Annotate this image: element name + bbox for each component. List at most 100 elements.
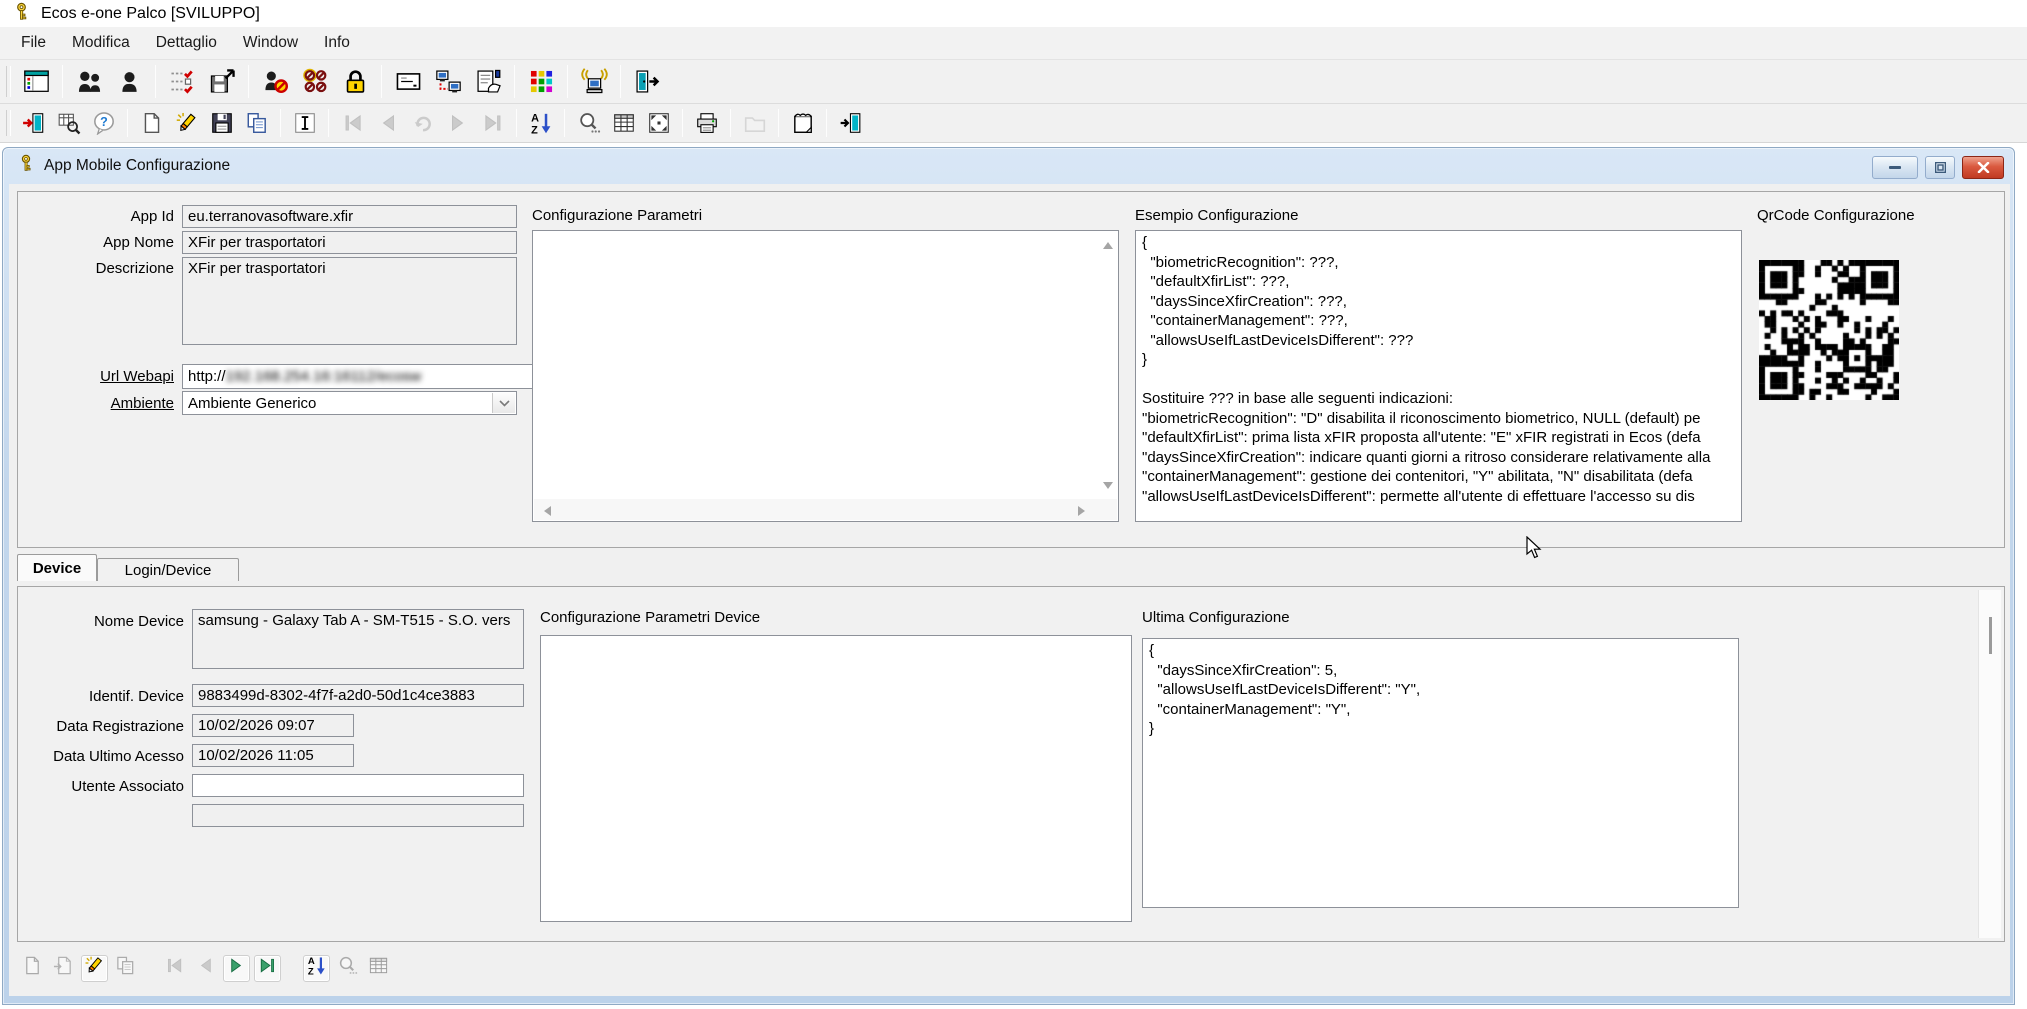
- horizontal-scrollbar[interactable]: [534, 499, 1117, 520]
- user-button[interactable]: [109, 63, 149, 101]
- toolbar-separator: [280, 109, 281, 138]
- wireless-pc-icon: [581, 68, 608, 95]
- data-registrazione-field[interactable]: 10/02/2026 09:07: [192, 714, 354, 737]
- save-export-button[interactable]: [202, 63, 242, 101]
- scroll-down-icon[interactable]: [1103, 482, 1113, 494]
- ibeam-icon: [293, 111, 317, 135]
- app-nome-field[interactable]: XFir per trasportatori: [182, 231, 517, 254]
- tab-device[interactable]: Device: [17, 554, 97, 581]
- door-in-button[interactable]: [16, 107, 51, 139]
- edit-wand-button[interactable]: [81, 955, 108, 982]
- printer-button[interactable]: [689, 107, 724, 139]
- child-content: App Id eu.terranovasoftware.xfir App Nom…: [9, 184, 2010, 996]
- exit-door2-icon: [839, 111, 863, 135]
- notepad-button[interactable]: [785, 107, 820, 139]
- url-webapi-field[interactable]: http://192.168.254.16:16112/ecosw: [182, 364, 564, 389]
- toolbar-separator: [514, 65, 515, 97]
- minimize-button[interactable]: [1872, 156, 1918, 179]
- app-id-field[interactable]: eu.terranovasoftware.xfir: [182, 205, 517, 228]
- menu-modifica[interactable]: Modifica: [59, 27, 143, 59]
- nav-last-green-button[interactable]: [254, 955, 281, 982]
- folder-button: [737, 107, 772, 139]
- scroll-left-icon[interactable]: [539, 506, 551, 516]
- scrollbar-thumb[interactable]: [1989, 617, 1992, 654]
- lock-yellow-button[interactable]: [335, 63, 375, 101]
- ibeam-button[interactable]: [287, 107, 322, 139]
- save-button[interactable]: [204, 107, 239, 139]
- door-in-icon: [22, 111, 46, 135]
- close-button[interactable]: [1962, 156, 2004, 179]
- chevron-down-icon[interactable]: [492, 393, 515, 413]
- table-pattern-button[interactable]: [641, 107, 676, 139]
- config-parametri-device-label: Configurazione Parametri Device: [540, 609, 760, 626]
- sort-az-button[interactable]: AZ: [303, 955, 330, 982]
- nav-prev-button: [192, 955, 219, 982]
- toolbar-separator: [381, 65, 382, 97]
- toolbar-separator: [516, 109, 517, 138]
- nav-next-green-icon: [226, 955, 247, 981]
- url-webapi-label[interactable]: Url Webapi: [18, 368, 174, 385]
- checklist-icon: [169, 68, 196, 95]
- sort-az-button[interactable]: AZ: [523, 107, 558, 139]
- table-search-button[interactable]: [51, 107, 86, 139]
- menu-info[interactable]: Info: [311, 27, 363, 59]
- menu-dettaglio[interactable]: Dettaglio: [143, 27, 230, 59]
- door-exit-icon: [634, 68, 661, 95]
- toolbar-separator: [620, 65, 621, 97]
- edit-wand-button[interactable]: [169, 107, 204, 139]
- copy-button: [112, 955, 139, 982]
- blocks-icon: [302, 68, 329, 95]
- toolbar-separator: [155, 65, 156, 97]
- toolbar-separator: [127, 109, 128, 138]
- config-parametri-textarea[interactable]: [532, 230, 1119, 522]
- doc-new-icon: [22, 955, 43, 981]
- table-button[interactable]: [606, 107, 641, 139]
- wireless-pc-button[interactable]: [574, 63, 614, 101]
- ambiente-dropdown[interactable]: Ambiente Generico: [182, 391, 517, 415]
- form-hand-button[interactable]: [468, 63, 508, 101]
- child-window-title: App Mobile Configurazione: [44, 157, 230, 175]
- menu-window[interactable]: Window: [230, 27, 311, 59]
- url-webapi-prefix: http://: [188, 368, 226, 385]
- nome-device-field[interactable]: samsung - Galaxy Tab A - SM-T515 - S.O. …: [192, 609, 524, 669]
- tab-login-device[interactable]: Login/Device: [97, 558, 239, 581]
- toolbar-grip: [6, 110, 11, 137]
- esempio-config-textbox[interactable]: { "biometricRecognition": ???, "defaultX…: [1135, 230, 1742, 522]
- utente-associato-field[interactable]: [192, 774, 524, 797]
- blocks-button[interactable]: [295, 63, 335, 101]
- vertical-scrollbar[interactable]: [1978, 590, 2001, 938]
- identif-device-field[interactable]: 9883499d-8302-4f7f-a2d0-50d1c4ce3883: [192, 684, 524, 707]
- user-block-button[interactable]: [255, 63, 295, 101]
- envelope-button[interactable]: [388, 63, 428, 101]
- users-button[interactable]: [69, 63, 109, 101]
- copy-button[interactable]: [239, 107, 274, 139]
- qrcode-image: [1759, 260, 1899, 400]
- toolbar-separator: [730, 109, 731, 138]
- restore-button[interactable]: [1925, 156, 1955, 179]
- menu-file[interactable]: File: [8, 27, 59, 59]
- form-window-button[interactable]: [16, 63, 56, 101]
- edit-wand-icon: [84, 955, 105, 981]
- envelope-icon: [395, 68, 422, 95]
- door-exit-button[interactable]: [627, 63, 667, 101]
- doc-new-button[interactable]: [134, 107, 169, 139]
- checklist-button[interactable]: [162, 63, 202, 101]
- nav-next-icon: [446, 111, 470, 135]
- descrizione-field[interactable]: XFir per trasportatori: [182, 257, 517, 345]
- nav-first-button: [161, 955, 188, 982]
- ambiente-label[interactable]: Ambiente: [18, 395, 174, 412]
- search-button[interactable]: [571, 107, 606, 139]
- close-icon: [1977, 162, 1990, 173]
- ultima-config-textbox[interactable]: { "daysSinceXfirCreation": 5, "allowsUse…: [1142, 638, 1739, 908]
- color-grid-button[interactable]: [521, 63, 561, 101]
- config-parametri-device-textarea[interactable]: [540, 635, 1132, 922]
- doc-new-button: [19, 955, 46, 982]
- scroll-up-icon[interactable]: [1103, 237, 1113, 249]
- child-titlebar[interactable]: App Mobile Configurazione: [3, 148, 2014, 183]
- exit-door2-button[interactable]: [833, 107, 868, 139]
- computers-link-button[interactable]: [428, 63, 468, 101]
- data-ultimo-accesso-field[interactable]: 10/02/2026 11:05: [192, 744, 354, 767]
- scroll-right-icon[interactable]: [1078, 506, 1090, 516]
- help-button[interactable]: ?: [86, 107, 121, 139]
- nav-next-green-button[interactable]: [223, 955, 250, 982]
